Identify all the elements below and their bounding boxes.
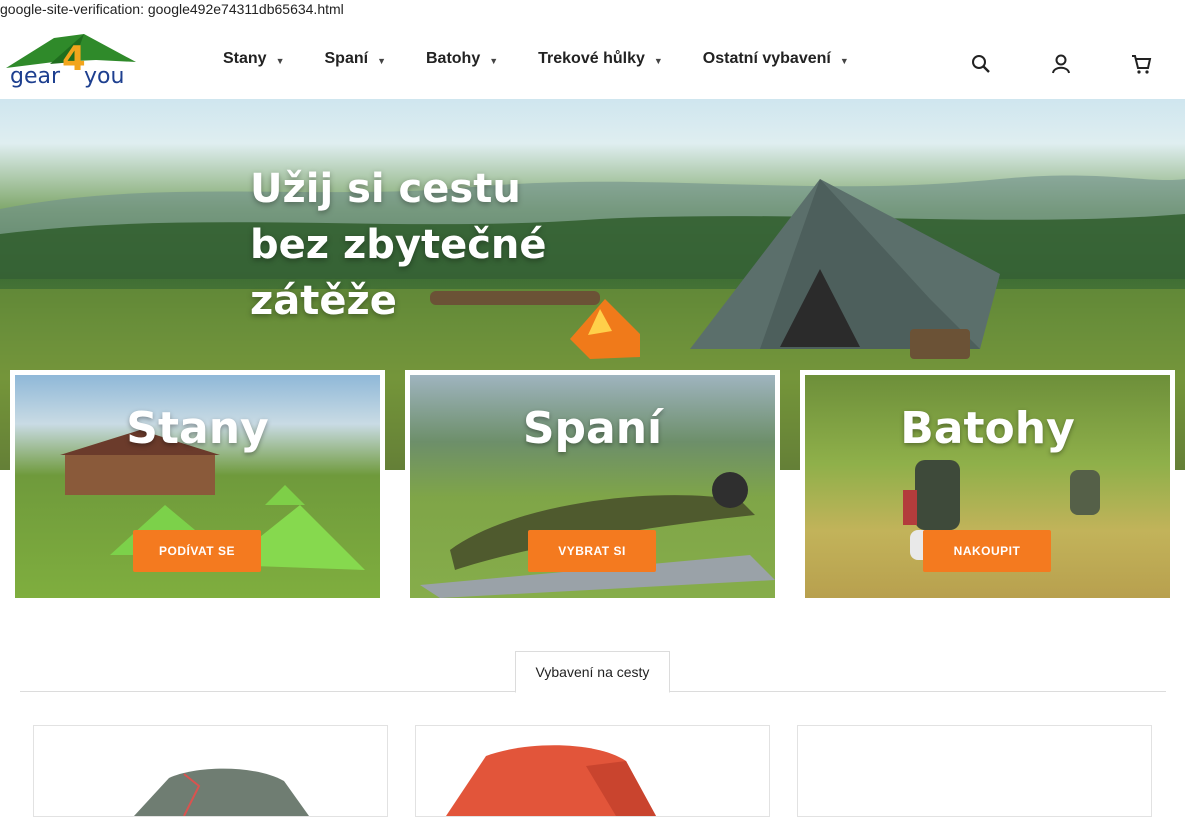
category-title: Spaní xyxy=(522,403,663,454)
main-nav: Stany ▼ Spaní ▼ Batohy ▼ Trekové hůlky ▼ Ost… xyxy=(223,50,889,68)
logo-text-you: you xyxy=(84,64,124,89)
logo-graphic: gear 4 you xyxy=(6,34,136,89)
chevron-down-icon: ▼ xyxy=(377,56,386,66)
category-image-spani: Spaní VYBRAT SI xyxy=(410,375,775,598)
nav-label: Trekové hůlky xyxy=(538,50,645,67)
category-card-stany[interactable]: Stany PODÍVAT SE xyxy=(10,370,385,603)
hero-title-line2: bez zbytečné xyxy=(250,222,547,268)
category-card-spani[interactable]: Spaní VYBRAT SI xyxy=(405,370,780,603)
category-button-batohy[interactable]: NAKOUPIT xyxy=(923,530,1051,572)
chevron-down-icon: ▼ xyxy=(653,56,663,66)
category-title: Batohy xyxy=(900,403,1075,454)
nav-item-spani[interactable]: Spaní ▼ xyxy=(325,50,386,68)
hero-title: Užij si cestu bez zbytečné zátěže xyxy=(250,161,570,329)
logo-text-gear: gear xyxy=(10,64,61,89)
hero-title-line3: zátěže xyxy=(250,278,397,324)
tab-vybaveni-na-cesty[interactable]: Vybavení na cesty xyxy=(515,651,670,693)
product-image xyxy=(446,745,656,816)
site-logo[interactable]: gear 4 you xyxy=(4,30,138,90)
category-title: Stany xyxy=(126,403,269,454)
nav-item-stany[interactable]: Stany ▼ xyxy=(223,50,285,68)
product-card[interactable] xyxy=(797,725,1152,817)
search-icon[interactable] xyxy=(970,53,992,75)
category-button-stany[interactable]: PODÍVAT SE xyxy=(133,530,261,572)
site-header: gear 4 you Stany ▼ Spaní ▼ Batohy ▼ Trekové… xyxy=(0,20,1185,99)
category-image-stany: Stany PODÍVAT SE xyxy=(15,375,380,598)
category-button-spani[interactable]: VYBRAT SI xyxy=(528,530,656,572)
nav-item-ostatni-vybaveni[interactable]: Ostatní vybavení ▼ xyxy=(703,50,849,68)
logo-number: 4 xyxy=(62,39,86,79)
category-image-batohy: Batohy NAKOUPIT xyxy=(805,375,1170,598)
cart-icon[interactable] xyxy=(1130,53,1152,75)
nav-label: Spaní xyxy=(324,50,369,67)
nav-item-trekove-hulky[interactable]: Trekové hůlky ▼ xyxy=(538,50,663,68)
product-card[interactable] xyxy=(415,725,770,817)
hero-title-line1: Užij si cestu xyxy=(250,166,521,212)
nav-item-batohy[interactable]: Batohy ▼ xyxy=(426,50,498,68)
chevron-down-icon: ▼ xyxy=(839,56,849,66)
nav-label: Batohy xyxy=(425,50,481,67)
nav-label: Ostatní vybavení xyxy=(702,50,831,67)
site-verification-text: google-site-verification: google492e7431… xyxy=(0,1,344,17)
nav-label: Stany xyxy=(223,50,267,67)
product-image xyxy=(134,768,309,816)
product-card[interactable] xyxy=(33,725,388,817)
category-card-batohy[interactable]: Batohy NAKOUPIT xyxy=(800,370,1175,603)
user-icon[interactable] xyxy=(1050,53,1072,75)
chevron-down-icon: ▼ xyxy=(489,56,499,66)
chevron-down-icon: ▼ xyxy=(275,56,285,66)
